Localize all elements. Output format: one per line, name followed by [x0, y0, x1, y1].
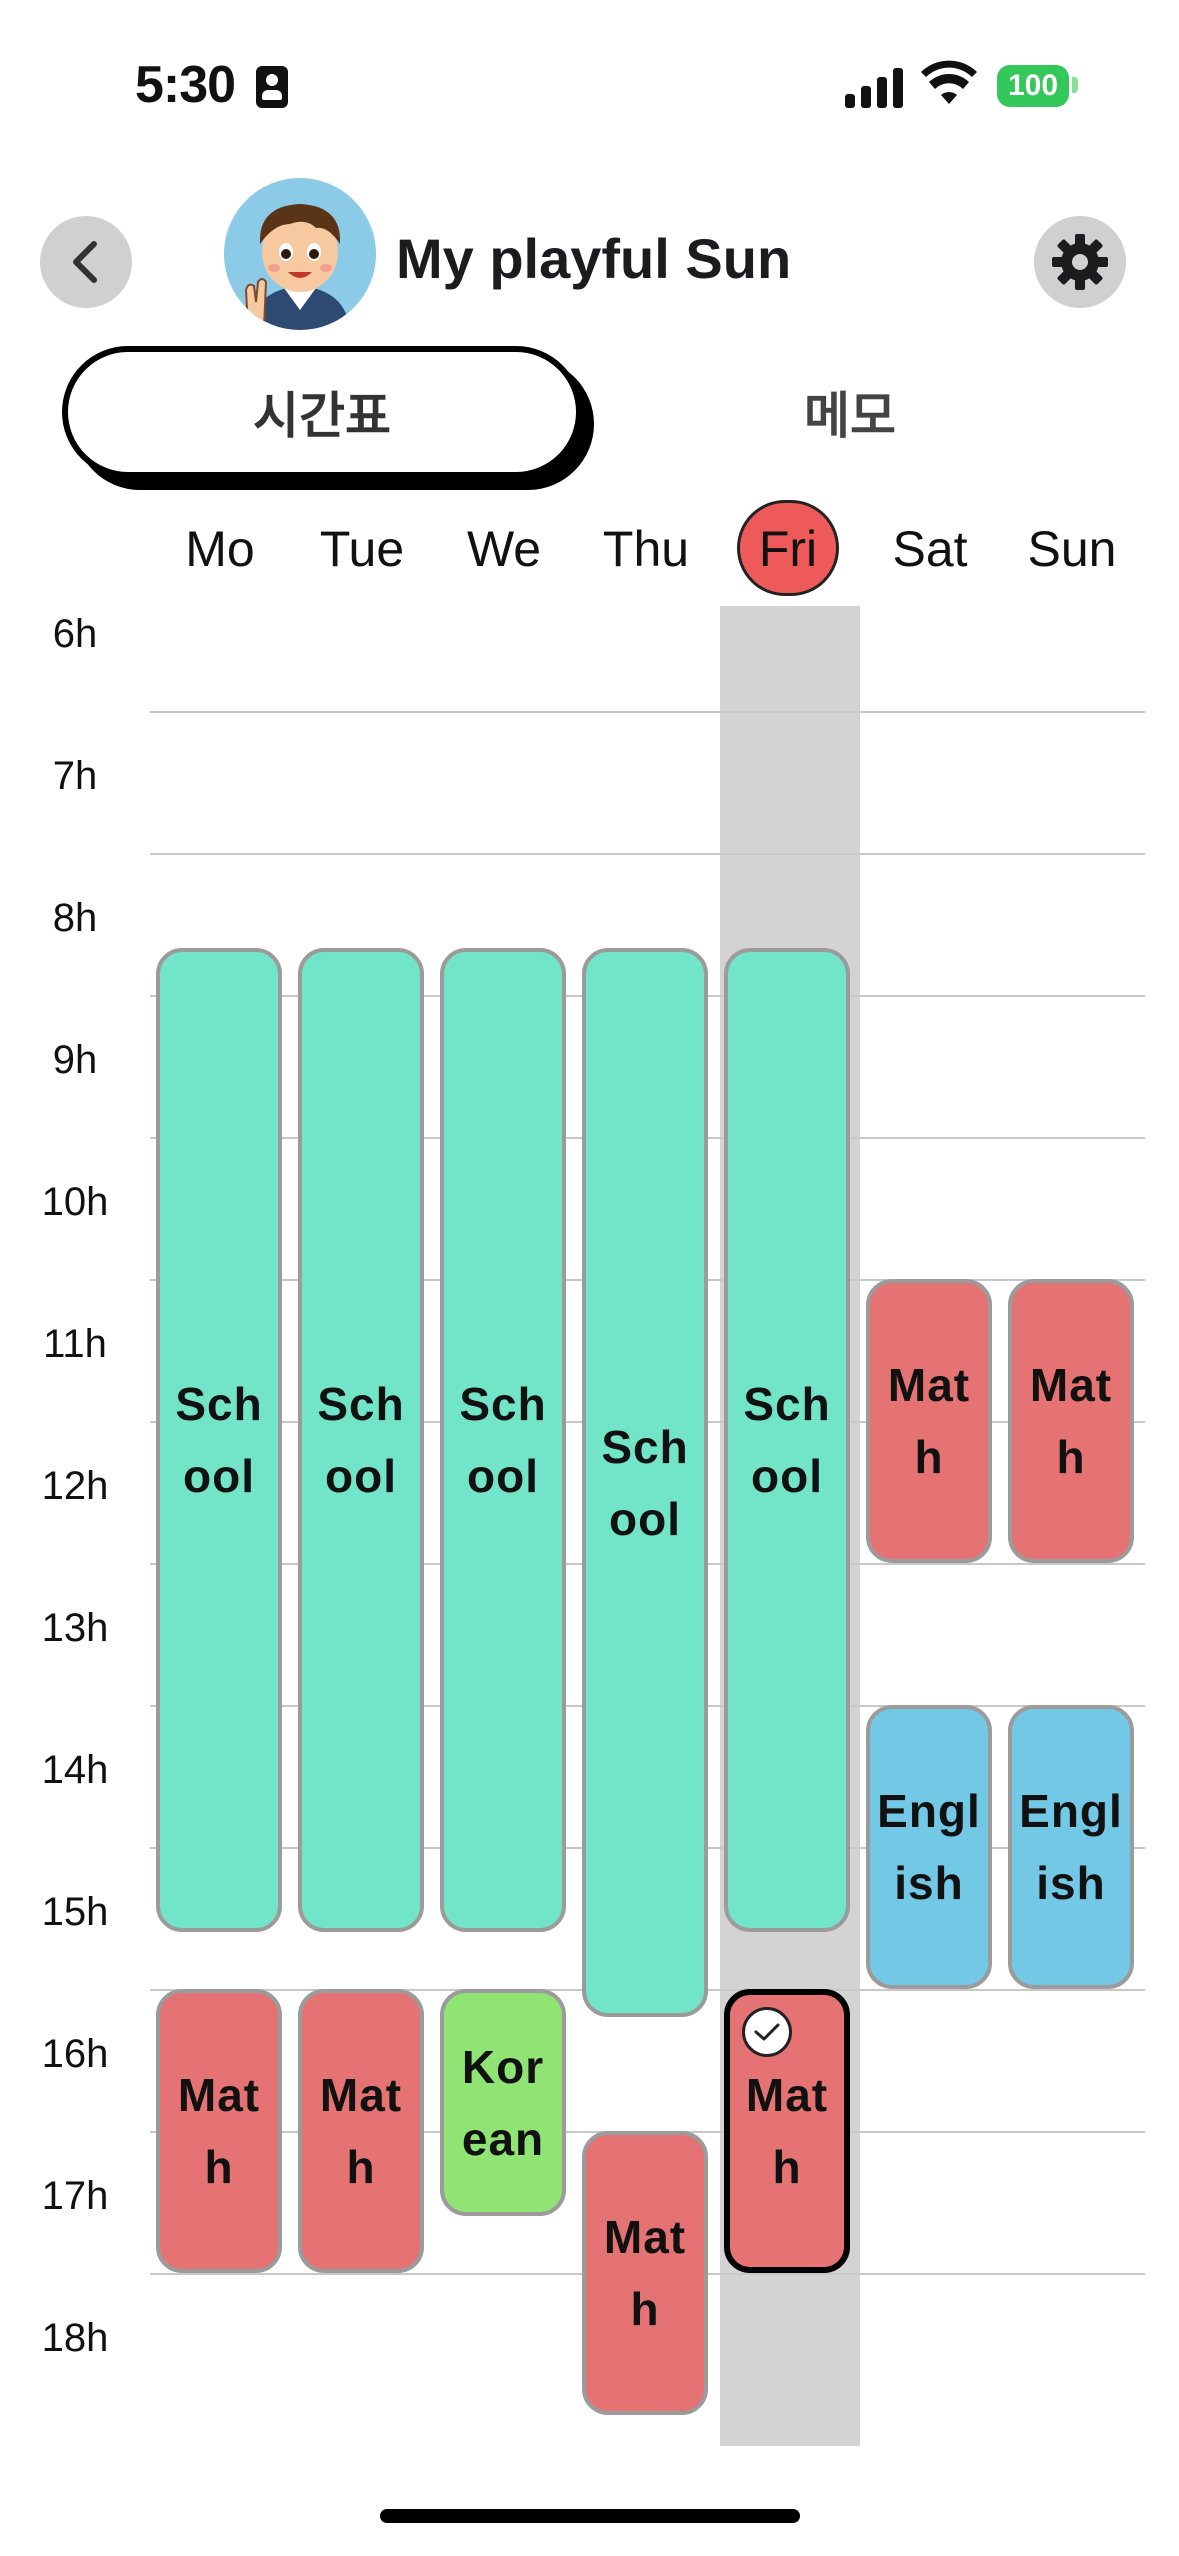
event-block-school[interactable]: Sch ool — [298, 948, 424, 1933]
battery-icon: 100 — [997, 65, 1069, 107]
chevron-left-icon — [73, 241, 97, 283]
event-block-school[interactable]: Sch ool — [440, 948, 566, 1933]
boy-avatar-icon — [224, 178, 376, 330]
event-block-english[interactable]: Engl ish — [1008, 1705, 1134, 1989]
hour-label: 15h — [41, 1890, 109, 1934]
event-label: Sch ool — [317, 1378, 405, 1503]
hour-label: 10h — [41, 1180, 109, 1224]
event-block-math[interactable]: Mat h — [866, 1279, 992, 1563]
avatar[interactable] — [224, 178, 376, 330]
page-title: My playful Sun — [396, 227, 792, 290]
hour-label: 16h — [41, 2032, 109, 2076]
event-block-korean[interactable]: Kor ean — [440, 1989, 566, 2217]
event-block-school[interactable]: Sch ool — [582, 948, 708, 2018]
tab-memo[interactable]: 메모 — [640, 346, 1060, 478]
hour-label: 18h — [41, 2316, 109, 2360]
event-label: Mat h — [603, 2211, 687, 2335]
gear-icon — [1052, 234, 1108, 290]
back-button[interactable] — [40, 216, 132, 308]
event-label: Sch ool — [743, 1378, 831, 1503]
day-header-fri[interactable]: Fri — [737, 500, 839, 596]
hour-label: 9h — [52, 1038, 98, 1082]
event-block-school[interactable]: Sch ool — [156, 948, 282, 1933]
day-header-sun[interactable]: Sun — [1002, 510, 1142, 588]
day-header-sat[interactable]: Sat — [860, 510, 1000, 588]
event-block-math[interactable]: Mat h — [156, 1989, 282, 2273]
event-block-math[interactable]: Mat h — [724, 1989, 850, 2273]
checkmark-icon[interactable] — [742, 2007, 792, 2057]
event-block-math[interactable]: Mat h — [582, 2131, 708, 2415]
status-time: 5:30 — [135, 56, 236, 114]
tab-timetable[interactable]: 시간표 — [62, 346, 582, 478]
hour-label: 11h — [43, 1322, 107, 1366]
hour-label: 17h — [41, 2174, 109, 2218]
id-card-icon — [256, 66, 288, 108]
wifi-icon — [921, 60, 977, 104]
event-block-math[interactable]: Mat h — [1008, 1279, 1134, 1563]
cellular-signal-icon — [845, 64, 905, 108]
event-label: Mat h — [319, 2069, 403, 2193]
hour-label: 12h — [41, 1464, 109, 1508]
event-label: Mat h — [745, 2069, 829, 2193]
day-header-thu[interactable]: Thu — [576, 510, 716, 588]
event-block-math[interactable]: Mat h — [298, 1989, 424, 2273]
day-header-mo[interactable]: Mo — [150, 510, 290, 588]
event-block-school[interactable]: Sch ool — [724, 948, 850, 1933]
event-label: Mat h — [177, 2069, 261, 2193]
event-label: Sch ool — [175, 1378, 263, 1503]
hour-gridline — [150, 853, 1145, 855]
battery-tip — [1072, 77, 1078, 93]
hour-label: 8h — [52, 896, 98, 940]
event-label: Engl ish — [1019, 1785, 1123, 1909]
event-label: Engl ish — [877, 1785, 981, 1909]
event-label: Sch ool — [459, 1378, 547, 1503]
settings-button[interactable] — [1034, 216, 1126, 308]
hour-label: 6h — [52, 612, 98, 656]
day-header-we[interactable]: We — [434, 510, 574, 588]
hour-label: 7h — [52, 754, 98, 798]
home-indicator — [380, 2509, 800, 2523]
hour-label: 14h — [41, 1748, 109, 1792]
event-block-english[interactable]: Engl ish — [866, 1705, 992, 1989]
event-label: Mat h — [1029, 1359, 1113, 1483]
event-label: Kor ean — [461, 2040, 545, 2165]
event-label: Mat h — [887, 1359, 971, 1483]
hour-label: 13h — [41, 1606, 109, 1650]
event-label: Sch ool — [601, 1420, 689, 1545]
hour-gridline — [150, 711, 1145, 713]
day-header-tue[interactable]: Tue — [292, 510, 432, 588]
